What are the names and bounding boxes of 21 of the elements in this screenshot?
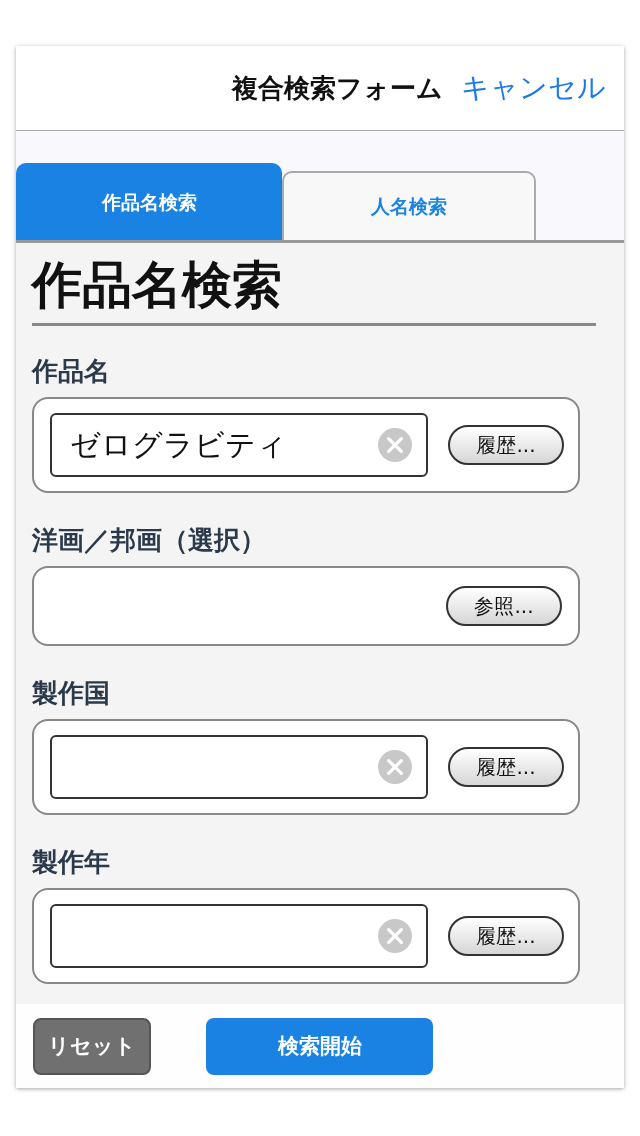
input-field[interactable] (50, 904, 428, 968)
field-label: 洋画／邦画（選択） (32, 524, 267, 557)
search-button[interactable]: 検索開始 (206, 1017, 433, 1075)
field-label: 作品名 (32, 355, 111, 388)
tab[interactable]: 作品名検索 (16, 163, 282, 240)
browse-button[interactable]: 参照... (446, 586, 562, 626)
cancel-link[interactable]: キャンセル (461, 69, 606, 107)
history-button[interactable]: 履歴... (448, 747, 564, 787)
history-button[interactable]: 履歴... (448, 916, 564, 956)
clear-icon[interactable] (378, 428, 412, 462)
input-field[interactable]: ゼログラビティ (50, 413, 428, 477)
window-title: 複合検索フォーム (232, 71, 443, 105)
tab[interactable]: 人名検索 (282, 171, 536, 240)
clear-icon[interactable] (378, 919, 412, 953)
field-label: 製作年 (32, 846, 111, 879)
reset-button[interactable]: リセット (33, 1017, 151, 1075)
clear-icon[interactable] (378, 750, 412, 784)
section-heading: 作品名検索 (32, 255, 596, 326)
history-button[interactable]: 履歴... (448, 425, 564, 465)
field-label: 製作国 (32, 677, 111, 710)
input-field[interactable] (50, 735, 428, 799)
